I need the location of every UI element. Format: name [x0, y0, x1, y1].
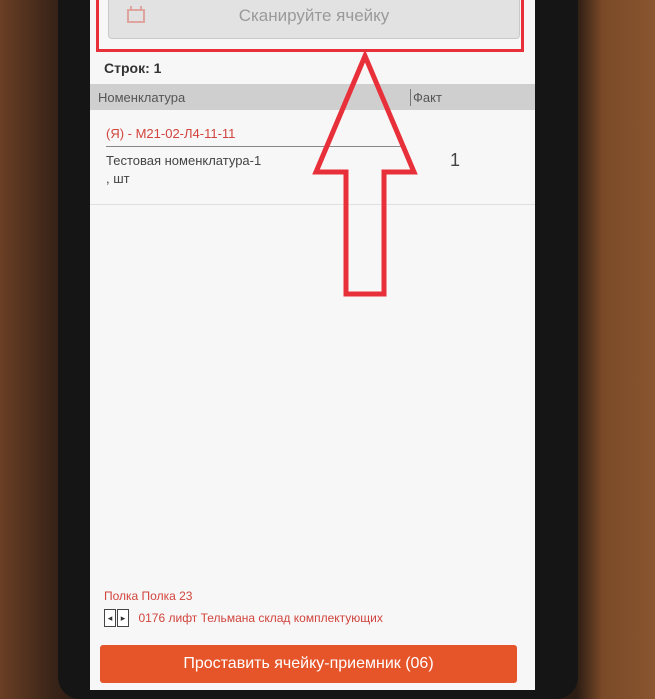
app-screen: Сканируйте ячейку Строк: 1 Номенклатура … — [90, 0, 535, 690]
next-cell-button[interactable]: ▸ — [117, 609, 129, 627]
item-fact: 1 — [450, 150, 461, 170]
annotation-frame — [96, 0, 524, 52]
prev-cell-button[interactable]: ◂ — [104, 609, 116, 627]
item-code: (Я) - М21-02-Л4-11-11 — [106, 126, 236, 141]
column-header-nomenclature: Номенклатура — [98, 90, 186, 105]
rows-count: Строк: 1 — [104, 60, 162, 76]
cell-selector: ◂ ▸ 0176 лифт Тельмана склад комплектующи… — [104, 609, 383, 629]
shelf-label: Полка Полка 23 — [104, 589, 193, 603]
cell-label: 0176 лифт Тельмана склад комплектующих — [138, 611, 383, 625]
set-receiver-cell-button[interactable]: Проставить ячейку-приемник (06) — [100, 645, 517, 683]
annotation-arrow-up-icon — [312, 52, 418, 297]
